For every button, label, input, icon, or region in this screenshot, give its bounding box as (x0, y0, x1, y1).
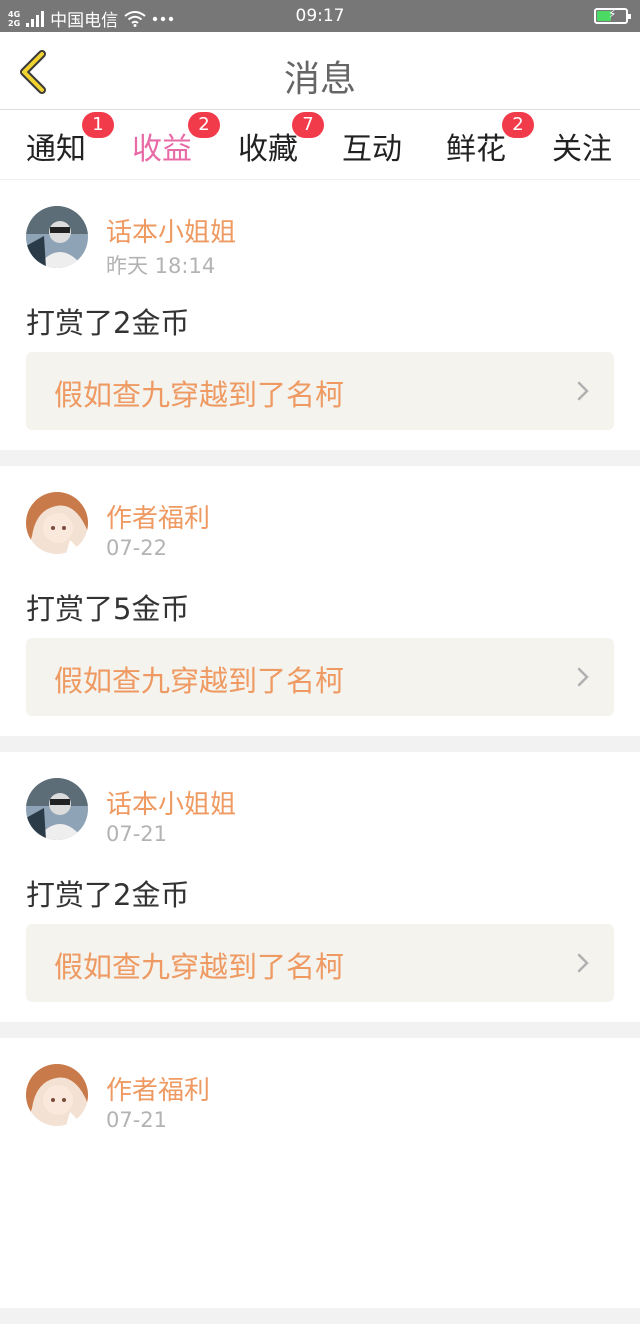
avatar-image-anime (26, 1064, 88, 1126)
book-link[interactable]: 假如查九穿越到了名柯 (26, 352, 614, 430)
message-time: 07-21 (106, 822, 168, 846)
charging-icon: ⚡ (608, 7, 617, 21)
message-time: 07-22 (106, 536, 168, 560)
tab-earnings[interactable]: 收益 2 (112, 112, 220, 184)
message-time: 昨天 18:14 (106, 254, 216, 278)
tab-badge: 2 (502, 112, 534, 138)
tab-flowers[interactable]: 鲜花 2 (426, 112, 534, 168)
tab-label: 互动 (342, 132, 402, 167)
tab-interactions[interactable]: 互动 (322, 124, 422, 168)
page-title: 消息 (283, 59, 356, 100)
tab-label: 收藏 (238, 132, 298, 167)
tab-badge: 1 (82, 112, 114, 138)
message-time: 07-21 (106, 1108, 168, 1132)
battery-icon: ⚡ (594, 7, 631, 24)
avatar[interactable] (26, 778, 88, 840)
tab-badge: 7 (292, 112, 324, 138)
tab-label: 通知 (26, 132, 86, 167)
tab-badge: 2 (188, 112, 220, 138)
book-title: 假如查九穿越到了名柯 (54, 950, 345, 984)
avatar[interactable] (26, 1064, 88, 1126)
tab-label: 关注 (552, 132, 612, 167)
nav-bar: 消息 (0, 32, 640, 110)
avatar-image-grey (26, 778, 88, 840)
battery-tip (628, 14, 631, 19)
tab-bar: 通知 1 收益 2 收藏 7 互动 鲜花 2 关注 (0, 110, 640, 184)
tab-favorites[interactable]: 收藏 7 (218, 112, 324, 168)
status-time: 09:17 (295, 6, 345, 26)
chevron-right-icon (577, 953, 589, 973)
avatar-image-grey (26, 206, 88, 268)
author-name[interactable]: 作者福利 (106, 498, 210, 535)
author-name[interactable]: 作者福利 (106, 1070, 210, 1107)
message-feed: 话本小姐姐 昨天 18:14 打赏了2金币 假如查九穿越到了名柯 作者福利 07… (0, 180, 640, 1324)
status-bar: 4G 2G 中国电信 09:17 ⚡ (0, 0, 640, 32)
tab-label: 鲜花 (446, 132, 506, 167)
message-card[interactable]: 作者福利 07-21 (0, 1038, 640, 1308)
message-text: 打赏了2金币 (26, 878, 190, 912)
chevron-right-icon (577, 667, 589, 687)
avatar-image-anime (26, 492, 88, 554)
tab-follows[interactable]: 关注 (532, 124, 632, 168)
avatar[interactable] (26, 492, 88, 554)
book-title: 假如查九穿越到了名柯 (54, 378, 345, 412)
message-card[interactable]: 作者福利 07-22 打赏了5金币 假如查九穿越到了名柯 (0, 466, 640, 736)
message-text: 打赏了2金币 (26, 306, 190, 340)
tab-label: 收益 (132, 132, 192, 167)
author-name[interactable]: 话本小姐姐 (106, 212, 236, 249)
message-card[interactable]: 话本小姐姐 07-21 打赏了2金币 假如查九穿越到了名柯 (0, 752, 640, 1022)
avatar[interactable] (26, 206, 88, 268)
tab-notice[interactable]: 通知 1 (6, 112, 114, 168)
message-card[interactable]: 话本小姐姐 昨天 18:14 打赏了2金币 假如查九穿越到了名柯 (0, 180, 640, 450)
message-text: 打赏了5金币 (26, 592, 190, 626)
chevron-right-icon (577, 381, 589, 401)
book-link[interactable]: 假如查九穿越到了名柯 (26, 924, 614, 1002)
book-title: 假如查九穿越到了名柯 (54, 664, 345, 698)
author-name[interactable]: 话本小姐姐 (106, 784, 236, 821)
book-link[interactable]: 假如查九穿越到了名柯 (26, 638, 614, 716)
